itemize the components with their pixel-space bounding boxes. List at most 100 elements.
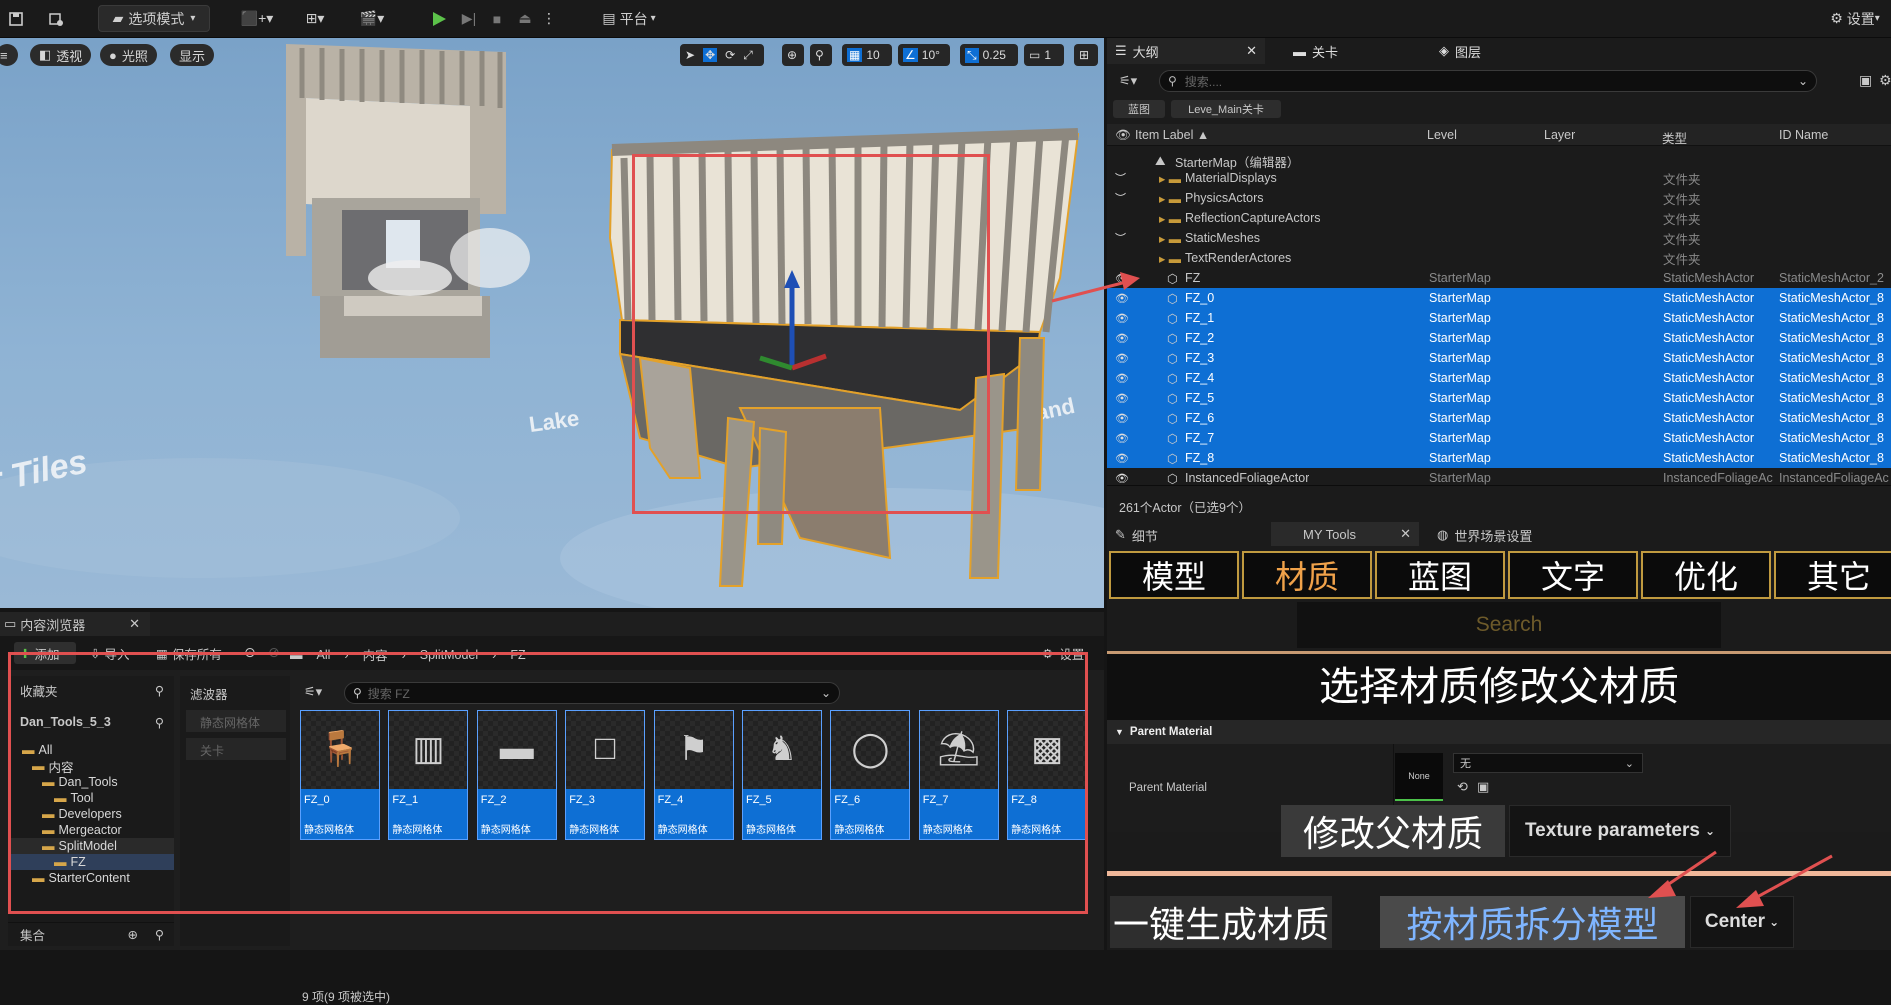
close-icon[interactable]: ✕: [1246, 43, 1257, 59]
add-folder-icon[interactable]: ▣: [1859, 72, 1872, 89]
material-thumbnail[interactable]: None: [1395, 753, 1443, 801]
camera-speed-button[interactable]: ▭ 1: [1024, 44, 1064, 66]
hidden-icon[interactable]: ︶: [1115, 230, 1129, 246]
outliner-row[interactable]: ▸ ▬ TextRenderActores 文件夹: [1107, 248, 1891, 268]
outliner-row[interactable]: 👁 ⬡ FZ_8 StarterMap StaticMeshActor StaticMes…: [1107, 448, 1891, 468]
visibility-icon[interactable]: 👁: [1115, 392, 1129, 405]
tool-tab-other[interactable]: 其它: [1774, 551, 1891, 599]
collections-header[interactable]: 集合 ⊕ ⚲: [8, 922, 174, 946]
parent-material-section[interactable]: ▼ Parent Material: [1107, 720, 1891, 744]
visibility-icon[interactable]: 👁: [1115, 412, 1129, 425]
tab-details[interactable]: ✎ 细节: [1115, 525, 1158, 545]
close-icon[interactable]: ✕: [129, 616, 140, 632]
tool-tab-blueprint[interactable]: 蓝图: [1375, 551, 1505, 599]
visibility-icon[interactable]: 👁: [1115, 292, 1129, 305]
visibility-icon[interactable]: 👁: [1115, 312, 1129, 325]
filter-chip[interactable]: Leve_Main关卡: [1171, 100, 1281, 118]
use-selected-icon[interactable]: ⟲: [1457, 779, 1468, 795]
outliner-row[interactable]: 👁 ⬡ FZ_6 StarterMap StaticMeshActor StaticMes…: [1107, 408, 1891, 428]
visibility-icon[interactable]: 👁: [1115, 352, 1129, 365]
grid-snap-button[interactable]: ▦ 10: [842, 44, 892, 66]
eject-button[interactable]: ⏏: [514, 5, 536, 32]
pivot-dropdown[interactable]: Center ⌄: [1690, 896, 1794, 948]
visibility-icon[interactable]: 👁: [1115, 372, 1129, 385]
translate-icon[interactable]: ✥: [703, 48, 718, 62]
save-icon[interactable]: [4, 5, 28, 32]
generate-material-button[interactable]: 一键生成材质: [1110, 896, 1332, 948]
parent-material-dropdown[interactable]: 无 ⌄: [1453, 753, 1643, 773]
visibility-icon[interactable]: 👁: [1115, 332, 1129, 345]
tab-world-settings[interactable]: ◍ 世界场景设置: [1437, 525, 1532, 545]
texture-parameters-dropdown[interactable]: Texture parameters ⌄: [1509, 805, 1731, 857]
outliner-search-input[interactable]: ⚲ 搜索.... ⌄: [1159, 70, 1817, 92]
maximize-viewport-icon[interactable]: ⊞: [1074, 44, 1098, 66]
tool-tab-optimize[interactable]: 优化: [1641, 551, 1771, 599]
tool-search-input[interactable]: Search: [1297, 602, 1721, 648]
blueprint-button[interactable]: ⊞▾: [296, 5, 334, 32]
tab-my-tools[interactable]: MY Tools ✕: [1271, 522, 1419, 546]
more-options-icon[interactable]: ⋮: [542, 5, 556, 32]
visibility-icon[interactable]: 👁: [1115, 128, 1131, 143]
outliner-row[interactable]: 👁 ⬡ FZ_7 StarterMap StaticMeshActor StaticMes…: [1107, 428, 1891, 448]
outliner-row[interactable]: 👁 ⬡ FZ_0 StarterMap StaticMeshActor StaticMes…: [1107, 288, 1891, 308]
outliner-row[interactable]: ︶ ▸ ▬ PhysicsActors 文件夹: [1107, 188, 1891, 208]
step-button[interactable]: ▶|: [458, 5, 480, 32]
column-header[interactable]: 类型: [1662, 128, 1687, 147]
visibility-icon[interactable]: 👁: [1115, 452, 1129, 465]
split-by-material-button[interactable]: 按材质拆分模型: [1380, 896, 1685, 948]
outliner-row[interactable]: 👁 ⬡ InstancedFoliageActor StarterMap Instanc…: [1107, 468, 1891, 488]
outliner-row[interactable]: ︶ ▸ ▬ StaticMeshes 文件夹: [1107, 228, 1891, 248]
tab-outliner[interactable]: ☰ 大纲 ✕: [1107, 38, 1265, 64]
visibility-icon[interactable]: 👁: [1115, 272, 1129, 285]
mode-dropdown[interactable]: ▰ 选项模式 ▾: [98, 5, 210, 32]
browse-icon[interactable]: ▣: [1477, 779, 1489, 795]
scale-snap-button[interactable]: ⤡ 0.25: [960, 44, 1018, 66]
source-control-icon[interactable]: [44, 5, 68, 32]
scale-icon[interactable]: ⤢: [743, 48, 753, 63]
close-icon[interactable]: ✕: [1400, 526, 1411, 542]
surface-snap-icon[interactable]: ⚲: [810, 44, 832, 66]
column-header[interactable]: Level: [1427, 128, 1457, 142]
search-icon[interactable]: ⚲: [155, 927, 164, 942]
platform-dropdown[interactable]: ▤ 平台 ▾: [594, 5, 664, 32]
settings-button[interactable]: ⚙ 设置 ▾: [1822, 5, 1888, 32]
add-actor-button[interactable]: ⬛+▾: [238, 5, 276, 32]
rotation-snap-button[interactable]: ∠ 10°: [898, 44, 950, 66]
filter-button[interactable]: ⚟▾: [1119, 70, 1149, 92]
level-viewport[interactable]: r Tiles Lake (and ≡ ◧ 透视 ● 光照 显示 ➤ ✥ ⟳ ⤢…: [0, 38, 1104, 608]
settings-icon[interactable]: ⚙: [1879, 72, 1891, 89]
lighting-button[interactable]: ● 光照: [100, 44, 157, 66]
add-collection-icon[interactable]: ⊕: [128, 927, 138, 942]
tab-level[interactable]: ▬ 关卡: [1293, 38, 1413, 64]
stop-button[interactable]: ■: [486, 5, 508, 32]
cinematics-button[interactable]: 🎬▾: [352, 5, 392, 32]
hidden-icon[interactable]: ︶: [1115, 170, 1129, 186]
show-button[interactable]: 显示: [170, 44, 215, 66]
visibility-icon[interactable]: 👁: [1115, 472, 1129, 485]
tool-tab-material[interactable]: 材质: [1242, 551, 1372, 599]
outliner-row[interactable]: 👁 ⬡ FZ_2 StarterMap StaticMeshActor StaticMes…: [1107, 328, 1891, 348]
select-icon[interactable]: ➤: [685, 48, 695, 62]
outliner-row[interactable]: 👁 ⬡ FZ_4 StarterMap StaticMeshActor StaticMes…: [1107, 368, 1891, 388]
visibility-icon[interactable]: 👁: [1115, 432, 1129, 445]
column-header[interactable]: Item Label ▲: [1135, 128, 1209, 142]
filter-chip[interactable]: 蓝图: [1113, 100, 1165, 118]
column-header[interactable]: Layer: [1544, 128, 1575, 142]
outliner-row[interactable]: ▸ ▬ ReflectionCaptureActors 文件夹: [1107, 208, 1891, 228]
play-button[interactable]: [426, 5, 452, 32]
column-header[interactable]: ID Name: [1779, 128, 1828, 142]
tab-content-browser[interactable]: ▭ 内容浏览器 ✕: [0, 612, 150, 636]
tab-layers[interactable]: ◈ 图层: [1439, 38, 1559, 64]
tool-tab-text[interactable]: 文字: [1508, 551, 1638, 599]
tool-tab-model[interactable]: 模型: [1109, 551, 1239, 599]
world-local-icon[interactable]: ⊕: [782, 44, 804, 66]
perspective-button[interactable]: ◧ 透视: [30, 44, 92, 66]
hidden-icon[interactable]: ︶: [1115, 190, 1129, 206]
rotate-icon[interactable]: ⟳: [725, 48, 735, 62]
outliner-row[interactable]: 👁 ⬡ FZ StarterMap StaticMeshActor StaticMeshA…: [1107, 268, 1891, 288]
modify-parent-button[interactable]: 修改父材质: [1281, 805, 1505, 857]
outliner-row[interactable]: 👁 ⬡ FZ_3 StarterMap StaticMeshActor StaticMes…: [1107, 348, 1891, 368]
outliner-row[interactable]: 👁 ⬡ FZ_5 StarterMap StaticMeshActor StaticMes…: [1107, 388, 1891, 408]
outliner-row[interactable]: 👁 ⬡ FZ_1 StarterMap StaticMeshActor StaticMes…: [1107, 308, 1891, 328]
outliner-row[interactable]: ︶ ▸ ▬ MaterialDisplays 文件夹: [1107, 168, 1891, 188]
